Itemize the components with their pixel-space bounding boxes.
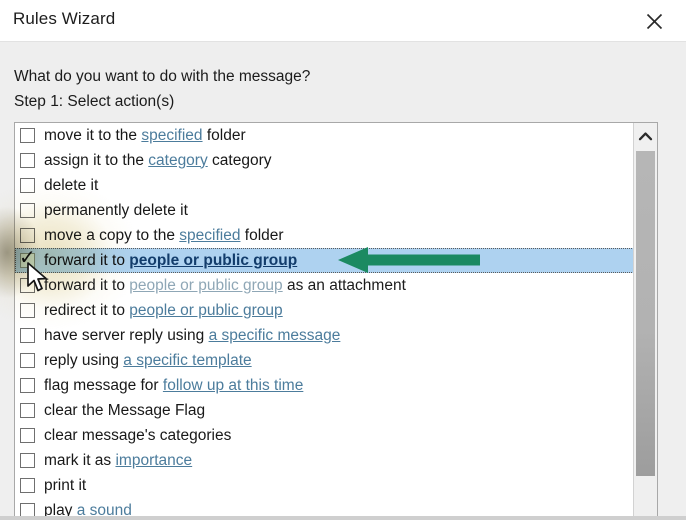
action-checkbox[interactable] [20, 128, 35, 143]
action-text-post: folder [240, 226, 284, 244]
action-checkbox[interactable] [20, 278, 35, 293]
list-item[interactable]: print it [15, 473, 634, 498]
action-label: clear message's categories [44, 427, 231, 445]
window-title: Rules Wizard [13, 9, 116, 28]
action-label: reply using a specific template [44, 352, 252, 370]
action-link[interactable]: people or public group [129, 252, 297, 269]
action-text-pre: have server reply using [44, 326, 209, 344]
chevron-up-icon [638, 131, 653, 140]
list-item[interactable]: forward it to people or public group as … [15, 273, 634, 298]
action-link[interactable]: people or public group [129, 277, 282, 294]
action-link[interactable]: people or public group [129, 302, 282, 319]
list-item[interactable]: delete it [15, 173, 634, 198]
list-item[interactable]: move a copy to the specified folder [15, 223, 634, 248]
action-checkbox[interactable] [20, 378, 35, 393]
action-label: forward it to people or public group [44, 252, 297, 270]
list-item[interactable]: clear message's categories [15, 423, 634, 448]
list-item[interactable]: permanently delete it [15, 198, 634, 223]
list-item[interactable]: mark it as importance [15, 448, 634, 473]
action-checkbox[interactable]: ✓ [19, 247, 36, 268]
list-item[interactable]: assign it to the category category [15, 148, 634, 173]
action-link[interactable]: a specific template [123, 352, 251, 369]
step-label: Step 1: Select action(s) [14, 93, 175, 110]
action-label: forward it to people or public group as … [44, 277, 406, 295]
action-checkbox[interactable] [20, 428, 35, 443]
action-checkbox[interactable] [20, 303, 35, 318]
action-text-pre: clear message's categories [44, 426, 232, 444]
action-link[interactable]: importance [115, 452, 192, 469]
list-item[interactable]: reply using a specific template [15, 348, 634, 373]
action-text-pre: delete it [44, 176, 99, 194]
action-label: clear the Message Flag [44, 402, 205, 420]
action-checkbox[interactable] [20, 353, 35, 368]
action-label: have server reply using a specific messa… [44, 327, 340, 345]
actions-list: move it to the specified folder assign it… [15, 123, 634, 520]
viewport-bottom-edge [0, 516, 686, 520]
action-checkbox[interactable] [20, 228, 35, 243]
action-text-pre: permanently delete it [44, 201, 188, 219]
action-label: delete it [44, 177, 98, 195]
close-button[interactable] [628, 0, 680, 42]
action-link[interactable]: follow up at this time [163, 377, 303, 394]
action-text-pre: print it [44, 476, 87, 494]
vertical-scrollbar[interactable] [633, 123, 657, 520]
action-link[interactable]: specified [179, 227, 240, 244]
header-panel: What do you want to do with the message?… [0, 42, 686, 120]
action-link[interactable]: a specific message [209, 327, 341, 344]
action-text-post: category [207, 151, 272, 169]
action-checkbox[interactable] [20, 478, 35, 493]
action-label: permanently delete it [44, 202, 188, 220]
action-text-pre: forward it to [44, 251, 130, 269]
rules-wizard-window: Rules Wizard What do you want to do with… [0, 0, 686, 520]
scrollbar-thumb[interactable] [636, 151, 655, 476]
action-checkbox[interactable] [20, 203, 35, 218]
action-text-pre: assign it to the [44, 151, 149, 169]
checkmark-icon: ✓ [19, 245, 36, 269]
action-label: move it to the specified folder [44, 127, 246, 145]
action-text-pre: move a copy to the [44, 226, 180, 244]
action-text-pre: move it to the [44, 126, 142, 144]
action-text-pre: redirect it to [44, 301, 130, 319]
action-text-pre: clear the Message Flag [44, 401, 206, 419]
action-label: mark it as importance [44, 452, 192, 470]
action-label: print it [44, 477, 86, 495]
action-checkbox[interactable] [20, 403, 35, 418]
action-text-post: as an attachment [282, 276, 406, 294]
action-label: assign it to the category category [44, 152, 271, 170]
close-icon [646, 13, 662, 29]
action-label: flag message for follow up at this time [44, 377, 303, 395]
action-label: move a copy to the specified folder [44, 227, 284, 245]
prompt-question: What do you want to do with the message? [14, 68, 311, 85]
scroll-up-button[interactable] [634, 123, 657, 149]
action-checkbox[interactable] [20, 153, 35, 168]
action-checkbox[interactable] [20, 328, 35, 343]
action-link[interactable]: specified [141, 127, 202, 144]
actions-listbox[interactable]: move it to the specified folder assign it… [14, 122, 658, 520]
titlebar: Rules Wizard [0, 0, 686, 42]
list-item[interactable]: redirect it to people or public group [15, 298, 634, 323]
list-item[interactable]: have server reply using a specific messa… [15, 323, 634, 348]
action-text-pre: reply using [44, 351, 124, 369]
list-item[interactable]: flag message for follow up at this time [15, 373, 634, 398]
list-item[interactable]: ✓ forward it to people or public group [15, 247, 634, 273]
list-item[interactable]: move it to the specified folder [15, 123, 634, 148]
action-text-pre: mark it as [44, 451, 116, 469]
action-text-pre: flag message for [44, 376, 163, 394]
action-link[interactable]: category [148, 152, 207, 169]
action-checkbox[interactable] [20, 178, 35, 193]
action-text-pre: forward it to [44, 276, 130, 294]
action-label: redirect it to people or public group [44, 302, 283, 320]
action-checkbox[interactable] [20, 453, 35, 468]
list-item[interactable]: clear the Message Flag [15, 398, 634, 423]
action-text-post: folder [202, 126, 246, 144]
scrollbar-track[interactable] [634, 476, 657, 520]
